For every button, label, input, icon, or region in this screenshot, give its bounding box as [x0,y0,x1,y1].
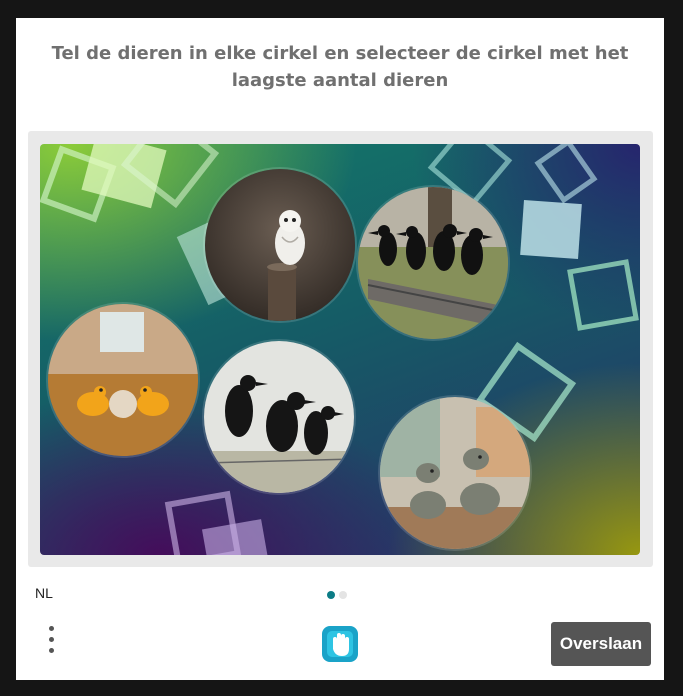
owl-image [205,169,355,321]
circle-owl[interactable] [205,169,355,321]
pagination-dots [327,586,351,599]
pagination-dot [339,591,347,599]
challenge-prompt: Tel de dieren in elke cirkel en selectee… [51,43,629,91]
decor-square [567,259,639,331]
circle-frogs[interactable] [48,304,198,456]
circle-crows-three[interactable] [204,341,354,493]
crows-three-image [204,341,354,493]
challenge-canvas [40,144,640,555]
skip-button[interactable]: Overslaan [551,622,651,666]
circle-iguanas[interactable] [380,397,530,549]
captcha-card: Tel de dieren in elke cirkel en selectee… [16,18,664,680]
decor-square [534,144,598,204]
hand-logo-icon [319,623,361,665]
pagination-dot [327,591,335,599]
frogs-image [48,304,198,456]
circle-crows-four[interactable] [358,187,508,339]
iguanas-image [380,397,530,549]
language-selector[interactable]: NL [35,585,53,601]
more-vertical-icon[interactable] [44,626,58,662]
decor-square [520,200,582,259]
crows-four-image [358,187,508,339]
challenge-frame [28,131,653,567]
